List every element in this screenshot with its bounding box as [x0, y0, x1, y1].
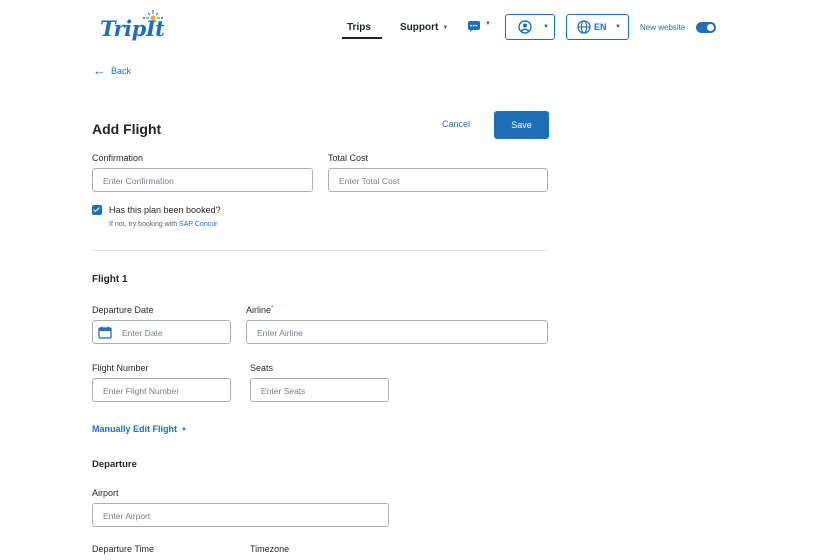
nav-trips[interactable]: Trips: [347, 22, 371, 33]
confirmation-label: Confirmation: [92, 153, 144, 163]
total-cost-placeholder: Enter Total Cost: [339, 176, 400, 186]
flight-number-label: Flight Number: [92, 363, 149, 373]
airline-input[interactable]: Enter Airline: [246, 320, 548, 344]
seats-placeholder: Enter Seats: [261, 386, 306, 396]
departure-date-input[interactable]: Enter Date: [92, 320, 231, 344]
airport-label: Airport: [92, 488, 119, 498]
timezone-label: Timezone: [250, 544, 290, 554]
nav-active-underline: [342, 37, 382, 39]
manual-edit-label: Manually Edit Flight: [92, 424, 177, 434]
booked-label: Has this plan been booked?: [109, 205, 221, 215]
toggle-knob: [707, 24, 714, 31]
airline-placeholder: Enter Airline: [257, 328, 303, 338]
logo-text: TripIt: [100, 16, 165, 41]
chevron-down-icon: ▼: [615, 24, 621, 30]
seats-input[interactable]: Enter Seats: [250, 378, 389, 402]
booked-hint-text: If not, try booking with: [109, 221, 178, 228]
sap-concur-link[interactable]: SAP Concur: [179, 221, 217, 228]
airline-label: Airline*: [246, 305, 274, 315]
confirmation-placeholder: Enter Confirmation: [103, 176, 174, 186]
new-website-label: New website: [640, 23, 686, 32]
chevron-down-icon: ▼: [485, 21, 491, 27]
language-button[interactable]: EN ▼: [566, 14, 629, 40]
tripit-logo[interactable]: TripIt: [100, 10, 170, 44]
flight-number-placeholder: Enter Flight Number: [103, 386, 180, 396]
check-icon: [93, 205, 100, 213]
account-menu-button[interactable]: ▼: [505, 14, 555, 40]
departure-date-label: Departure Date: [92, 305, 154, 315]
globe-icon: [577, 20, 591, 34]
section-divider: [92, 250, 548, 251]
page-title: Add Flight: [92, 121, 162, 137]
flight-section-title: Flight 1: [92, 274, 128, 285]
confirmation-input[interactable]: Enter Confirmation: [92, 168, 313, 192]
chevron-down-icon: ▼: [181, 427, 187, 433]
chevron-down-icon: ▼: [442, 25, 449, 31]
total-cost-input[interactable]: Enter Total Cost: [328, 168, 548, 192]
airport-placeholder: Enter Airport: [103, 511, 151, 521]
new-website-toggle[interactable]: [696, 22, 716, 33]
total-cost-label: Total Cost: [328, 153, 369, 163]
airport-input[interactable]: Enter Airport: [92, 503, 389, 527]
nav-support-label: Support: [400, 22, 439, 33]
booked-hint: If not, try booking with SAP Concur: [109, 221, 217, 228]
save-button[interactable]: Save: [494, 111, 549, 139]
cancel-button[interactable]: Cancel: [442, 119, 470, 129]
chevron-down-icon: ▼: [543, 24, 549, 30]
booked-checkbox[interactable]: [92, 205, 102, 215]
airline-label-text: Airline: [246, 305, 272, 315]
departure-section-title: Departure: [92, 459, 137, 470]
back-label: Back: [111, 66, 132, 76]
calendar-icon: [98, 326, 112, 339]
nav-support[interactable]: Support ▼: [400, 22, 448, 33]
departure-time-label: Departure Time: [92, 544, 155, 554]
back-link[interactable]: ← Back: [93, 63, 132, 78]
user-circle-icon: [518, 20, 532, 34]
manual-edit-flight-link[interactable]: Manually Edit Flight ▼: [92, 424, 187, 434]
back-arrow-icon: ←: [93, 63, 106, 78]
language-label: EN: [594, 22, 607, 32]
required-mark: *: [271, 305, 274, 312]
seats-label: Seats: [250, 363, 274, 373]
messages-button[interactable]: ••• ▼: [468, 19, 496, 35]
flight-number-input[interactable]: Enter Flight Number: [92, 378, 231, 402]
departure-date-placeholder: Enter Date: [122, 328, 163, 338]
